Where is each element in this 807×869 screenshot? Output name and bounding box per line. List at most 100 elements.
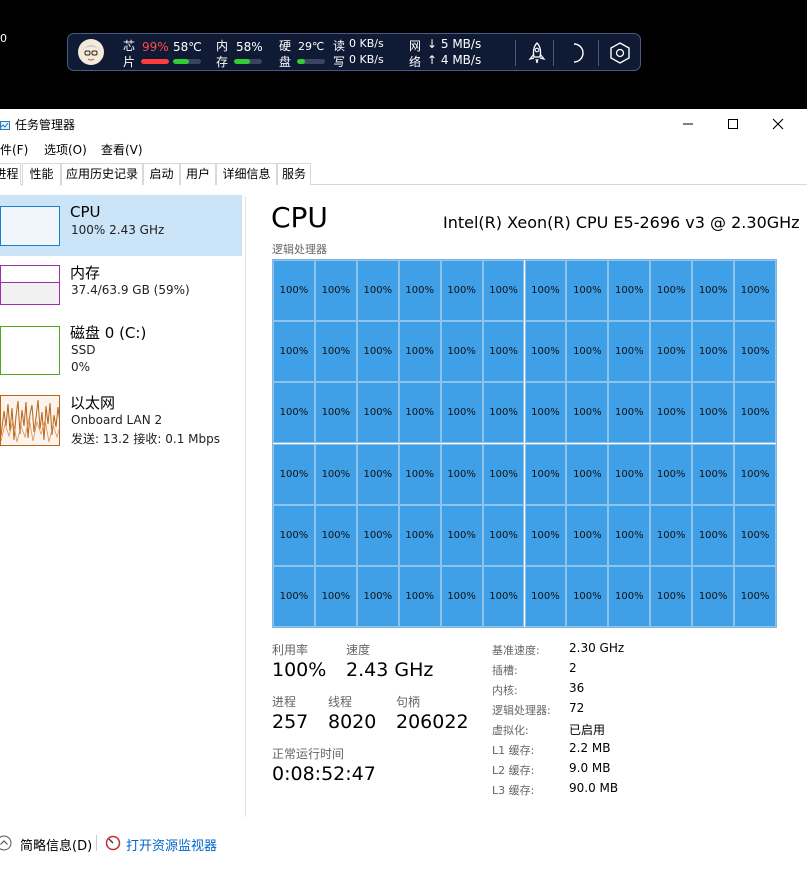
menu-options[interactable]: 选项(O) xyxy=(44,141,87,158)
screen: 0 芯 片 99% 58℃ 内 存 58% 硬 盘 29℃ 读 0 KB/s 写… xyxy=(0,0,807,869)
disk-temp-text: 29℃ xyxy=(298,40,325,53)
logical-processors-label: 逻辑处理器 xyxy=(272,243,327,256)
logical-processor-cell: 100% xyxy=(273,321,315,383)
detail-value: 72 xyxy=(569,701,585,715)
side-item-title: CPU xyxy=(70,203,101,221)
menu-file[interactable]: 文件(F) xyxy=(0,141,28,158)
logical-processor-cell: 100% xyxy=(734,565,776,627)
threads-value: 8020 xyxy=(328,711,377,733)
net-download-value: ↓ 5 MB/s xyxy=(427,37,482,51)
rocket-icon[interactable] xyxy=(527,42,547,64)
logical-processor-cell: 100% xyxy=(734,504,776,566)
logical-processor-cell: 100% xyxy=(482,260,525,322)
fewer-details-link[interactable]: 简略信息(D) xyxy=(20,835,92,854)
window-title: 任务管理器 xyxy=(15,118,76,132)
logical-processor-cell: 100% xyxy=(356,443,399,505)
mem-label-bottom: 存 xyxy=(216,55,229,69)
uptime-label: 正常运行时间 xyxy=(272,747,345,761)
processes-label: 进程 xyxy=(272,695,297,709)
tab-users[interactable]: 用户 xyxy=(180,163,216,185)
logical-processor-cell: 100% xyxy=(398,321,441,383)
disk-read-label: 读 xyxy=(333,39,346,53)
logical-processor-cell: 100% xyxy=(692,382,735,444)
detail-value: 36 xyxy=(569,681,585,695)
side-item-disk[interactable]: 磁盘 0 (C:) SSD 0% xyxy=(0,319,242,381)
avatar[interactable] xyxy=(78,39,104,65)
mem-label-top: 内 xyxy=(216,39,229,53)
logical-processor-cell: 100% xyxy=(398,504,441,566)
logical-processor-cell: 100% xyxy=(692,565,735,627)
logical-processor-cell: 100% xyxy=(524,504,567,566)
side-item-memory[interactable]: 内存 37.4/63.9 GB (59%) xyxy=(0,259,242,317)
logical-processor-cell: 100% xyxy=(608,504,651,566)
memory-usage-fill xyxy=(1,281,59,304)
detail-key: L2 缓存: xyxy=(492,764,535,777)
logical-processor-cell: 100% xyxy=(734,382,776,444)
detail-key: L1 缓存: xyxy=(492,744,535,757)
logical-processor-cell: 100% xyxy=(650,443,693,505)
logical-processor-cell: 100% xyxy=(734,260,776,322)
menu-view[interactable]: 查看(V) xyxy=(101,141,143,158)
tab-app-history[interactable]: 应用历史记录 xyxy=(61,163,143,185)
processes-value: 257 xyxy=(272,711,309,733)
logical-processor-cell: 100% xyxy=(524,565,567,627)
logical-processor-cell: 100% xyxy=(608,443,651,505)
logical-processor-cell: 100% xyxy=(314,321,357,383)
side-item-subtitle: 100% 2.43 GHz xyxy=(71,223,165,237)
disk-thumbnail xyxy=(0,326,60,375)
tab-services[interactable]: 服务 xyxy=(277,163,311,185)
minimize-button[interactable] xyxy=(665,109,711,139)
tab-processes[interactable]: 进程 xyxy=(0,163,21,185)
logical-processor-cell: 100% xyxy=(440,565,483,627)
logical-processor-cell: 100% xyxy=(524,260,567,322)
widget-divider xyxy=(515,40,516,66)
logical-processor-cell: 100% xyxy=(734,443,776,505)
detail-value: 2.2 MB xyxy=(569,741,611,755)
disk-write-label: 写 xyxy=(333,55,346,69)
chevron-up-icon[interactable] xyxy=(0,835,12,851)
cpu-temp-bar xyxy=(173,59,201,64)
logical-processor-cell: 100% xyxy=(608,382,651,444)
hexagon-settings-icon[interactable] xyxy=(609,41,631,65)
logical-processor-cell: 100% xyxy=(398,565,441,627)
task-manager-icon xyxy=(0,117,10,130)
open-resource-monitor-link[interactable]: 打开资源监视器 xyxy=(126,835,217,854)
logical-processor-cell: 100% xyxy=(440,382,483,444)
title-bar[interactable]: 任务管理器 xyxy=(0,109,807,139)
cpu-thumbnail xyxy=(0,206,60,246)
logical-processor-cell: 100% xyxy=(273,260,315,322)
window-bottom-edge xyxy=(0,857,807,869)
side-item-ethernet[interactable]: 以太网 Onboard LAN 2 发送: 13.2 接收: 0.1 Mbps xyxy=(0,389,242,455)
mem-usage-text: 58% xyxy=(236,40,263,54)
net-label-top: 网 xyxy=(409,39,422,53)
task-manager-window: 任务管理器 文件(F) 选项(O) 查看(V) 进程 性能 应用历史记录 启动 … xyxy=(0,109,807,869)
ethernet-graph xyxy=(1,399,59,443)
logical-processor-cell: 100% xyxy=(524,321,567,383)
logical-processor-cell: 100% xyxy=(398,260,441,322)
side-item-cpu[interactable]: CPU 100% 2.43 GHz xyxy=(0,195,242,256)
logical-processor-cell: 100% xyxy=(566,321,609,383)
logical-processor-cell: 100% xyxy=(692,443,735,505)
net-upload-value: ↑ 4 MB/s xyxy=(427,53,482,67)
logical-processor-cell: 100% xyxy=(273,504,315,566)
logical-processor-cell: 100% xyxy=(650,382,693,444)
close-button[interactable] xyxy=(755,109,801,139)
side-item-detail: 发送: 13.2 接收: 0.1 Mbps xyxy=(71,432,220,446)
moon-icon[interactable] xyxy=(567,42,587,64)
logical-processor-cell: 100% xyxy=(692,504,735,566)
panel-divider xyxy=(245,197,246,817)
cpu-model: Intel(R) Xeon(R) CPU E5-2696 v3 @ 2.30GH… xyxy=(443,213,800,232)
tab-performance[interactable]: 性能 xyxy=(22,163,61,186)
detail-value: 90.0 MB xyxy=(569,781,619,795)
maximize-button[interactable] xyxy=(710,109,756,139)
tab-startup[interactable]: 启动 xyxy=(143,163,180,185)
logical-processor-cell: 100% xyxy=(440,260,483,322)
logical-processor-cell: 100% xyxy=(314,260,357,322)
logical-processor-cell: 100% xyxy=(608,565,651,627)
cpu-usage-bar xyxy=(141,59,169,64)
system-monitor-widget[interactable]: 芯 片 99% 58℃ 内 存 58% 硬 盘 29℃ 读 0 KB/s 写 0… xyxy=(67,33,641,71)
footer-divider xyxy=(96,835,97,851)
tab-details[interactable]: 详细信息 xyxy=(216,163,277,185)
detail-value: 9.0 MB xyxy=(569,761,611,775)
resource-monitor-icon[interactable] xyxy=(105,835,121,851)
